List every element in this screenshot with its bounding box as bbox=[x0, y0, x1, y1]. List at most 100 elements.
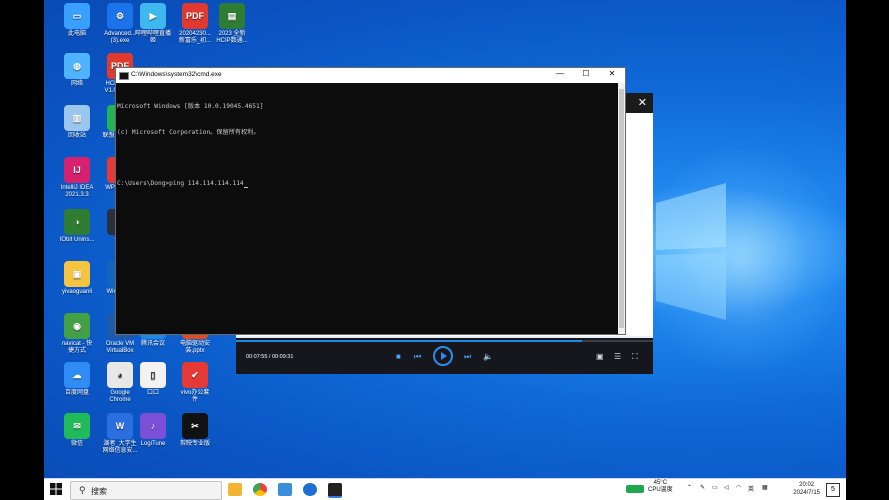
console-command: C:\Users\Dong>ping 114.114.114.114 bbox=[117, 179, 244, 187]
display-icon[interactable]: ▭ bbox=[712, 484, 718, 491]
notification-center-button[interactable]: 5 bbox=[826, 483, 840, 497]
desktop-icon[interactable]: ◑ IObit Unins... bbox=[54, 209, 100, 244]
desktop-icon[interactable]: ◉ navicat - 快 捷方式 bbox=[54, 313, 100, 355]
desktop-icon[interactable]: ✂ 剪映专业版 bbox=[172, 413, 218, 448]
volume-tray-icon[interactable]: ◁ bbox=[724, 484, 729, 491]
desktop-icon-label: yivaoguanli bbox=[61, 289, 93, 295]
console-line: ​ bbox=[117, 154, 624, 163]
desktop-icon-label: 回收站 bbox=[67, 133, 86, 139]
cmd-taskbar-icon[interactable] bbox=[328, 483, 342, 498]
cmd-app-icon bbox=[119, 72, 129, 80]
console-line: (c) Microsoft Corporation。保留所有权利。 bbox=[117, 128, 260, 136]
desktop: ▭ 此电脑 ⚙ Advanced... (3).exe ▶ 哔哩哔哩直播 姬 PDF 2020… bbox=[44, 0, 846, 500]
cpu-temp-value: 45°C bbox=[653, 480, 668, 486]
cmd-title-bar[interactable]: C:\Windows\system32\cmd.exe — ☐ ✕ bbox=[116, 68, 625, 83]
desktop-icon[interactable]: ▥ 回收站 bbox=[54, 105, 100, 140]
desktop-icon-label: 百度网盘 bbox=[64, 390, 89, 396]
desktop-icon-image: ▭ bbox=[64, 3, 90, 29]
desktop-icon-label: 电脑驱动安 装.pptx bbox=[179, 341, 210, 354]
ime-indicator[interactable]: 英 bbox=[748, 484, 754, 493]
start-button[interactable] bbox=[50, 483, 62, 495]
clock-time: 20:02 bbox=[799, 482, 815, 488]
fullscreen-icon[interactable]: ⛶ bbox=[632, 352, 638, 362]
desktop-icon[interactable]: ▤ 2023 全新 HCIP数通... bbox=[209, 3, 255, 45]
desktop-icon[interactable]: ♪ LogiTune bbox=[130, 413, 176, 448]
search-placeholder: 搜索 bbox=[91, 487, 107, 496]
desktop-icon-label: 剪映专业版 bbox=[179, 441, 210, 447]
desktop-icon-image: ◍ bbox=[64, 53, 90, 79]
previous-icon[interactable]: ⏮ bbox=[414, 352, 421, 362]
player-control-bar: 00:07:55 / 00:09:31 ■ ⏮ ⏭ 🔈 ▣ ☰ ⛶ bbox=[236, 338, 653, 374]
screenshot-icon[interactable]: ▣ bbox=[596, 352, 604, 361]
playlist-icon[interactable]: ☰ bbox=[614, 352, 621, 361]
desktop-icon-label: vivo办公套 件 bbox=[180, 390, 210, 403]
network-app-icon[interactable] bbox=[303, 483, 317, 496]
desktop-icon-image: ✉ bbox=[64, 413, 90, 439]
desktop-icon-image: ☁ bbox=[64, 362, 90, 388]
chrome-taskbar-icon[interactable] bbox=[253, 483, 267, 496]
cmd-scrollbar[interactable] bbox=[618, 83, 625, 334]
player-close-button[interactable]: ✕ bbox=[638, 96, 647, 109]
desktop-icon-image: PDF bbox=[182, 3, 208, 29]
desktop-icon[interactable]: ◍ 网络 bbox=[54, 53, 100, 88]
wifi-icon[interactable]: ◠ bbox=[736, 484, 741, 491]
player-progress-bar[interactable] bbox=[236, 340, 653, 342]
next-icon[interactable]: ⏭ bbox=[464, 352, 471, 362]
cpu-temp-label: CPU温度 bbox=[648, 487, 673, 493]
play-button[interactable] bbox=[433, 346, 453, 366]
desktop-icon-image: ◑ bbox=[64, 209, 90, 235]
desktop-icon-image: ▯ bbox=[140, 362, 166, 388]
desktop-icon[interactable]: ▣ yivaoguanli bbox=[54, 261, 100, 296]
desktop-icon-image: ▣ bbox=[64, 261, 90, 287]
desktop-icon[interactable]: ▶ 哔哩哔哩直播 姬 bbox=[130, 3, 176, 45]
taskbar: ⚲ 搜索 45°C CPU温度 ⌃ ✎ ▭ ◁ ◠ 英 ▦ 20:02 2024… bbox=[44, 478, 846, 500]
desktop-icon-image: ✂ bbox=[182, 413, 208, 439]
desktop-icon-label: IObit Unins... bbox=[59, 237, 95, 243]
player-progress-fill bbox=[236, 340, 583, 342]
cmd-console[interactable]: Microsoft Windows [版本 10.0.19045.4651] (… bbox=[116, 83, 625, 208]
wallpaper-windows-logo bbox=[656, 175, 731, 325]
desktop-icon[interactable]: ▭ 此电脑 bbox=[54, 3, 100, 38]
desktop-icon[interactable]: ▯ 口口 bbox=[130, 362, 176, 397]
desktop-icon-image: ▤ bbox=[219, 3, 245, 29]
chevron-up-icon[interactable]: ⌃ bbox=[687, 484, 692, 491]
clock-date: 2024/7/15 bbox=[793, 490, 820, 496]
desktop-icon-image: ▶ bbox=[140, 3, 166, 29]
grid-icon[interactable]: ▦ bbox=[762, 484, 768, 491]
desktop-icon-image: ◉ bbox=[64, 313, 90, 339]
desktop-icon-label: LogiTune bbox=[140, 441, 166, 447]
desktop-icon-label: 口口 bbox=[146, 390, 159, 396]
text-cursor bbox=[243, 187, 248, 188]
stop-icon[interactable]: ■ bbox=[396, 352, 401, 361]
desktop-icon[interactable]: IJ IntelliJ IDEA 2021.3.3 bbox=[54, 157, 100, 199]
desktop-icon-image: IJ bbox=[64, 157, 90, 183]
cpu-temp-widget[interactable]: 45°C CPU温度 bbox=[648, 480, 673, 494]
desktop-icon-label: 哔哩哔哩直播 姬 bbox=[134, 31, 171, 44]
close-button[interactable]: ✕ bbox=[599, 69, 625, 78]
battery-icon[interactable] bbox=[626, 485, 644, 493]
file-explorer-icon[interactable] bbox=[228, 483, 242, 496]
console-prompt-line: C:\Users\Dong>ping 114.114.114.114 bbox=[117, 179, 624, 188]
cmd-title: C:\Windows\system32\cmd.exe bbox=[131, 71, 222, 78]
desktop-icon-image: ▥ bbox=[64, 105, 90, 131]
clock[interactable]: 20:02 2024/7/15 bbox=[793, 481, 820, 497]
desktop-icon[interactable]: ✉ 微信 bbox=[54, 413, 100, 448]
maximize-button[interactable]: ☐ bbox=[573, 69, 599, 78]
desktop-icon[interactable]: ✔ vivo办公套 件 bbox=[172, 362, 218, 404]
minimize-button[interactable]: — bbox=[547, 69, 573, 78]
desktop-icon-label: 此电脑 bbox=[67, 31, 86, 37]
player-time: 00:07:55 / 00:09:31 bbox=[246, 354, 294, 360]
scrollbar-thumb[interactable] bbox=[619, 89, 624, 328]
cmd-window[interactable]: C:\Windows\system32\cmd.exe — ☐ ✕ Micros… bbox=[115, 67, 626, 335]
desktop-icon-label: navicat - 快 捷方式 bbox=[61, 341, 93, 354]
volume-icon[interactable]: 🔈 bbox=[483, 352, 493, 361]
remote-desktop-icon[interactable] bbox=[278, 483, 292, 496]
desktop-icon-label: 2023 全新 HCIP数通... bbox=[216, 31, 248, 44]
console-line: Microsoft Windows [版本 10.0.19045.4651] bbox=[117, 103, 264, 110]
desktop-icon-image: ♪ bbox=[140, 413, 166, 439]
desktop-icon[interactable]: ☁ 百度网盘 bbox=[54, 362, 100, 397]
pen-icon[interactable]: ✎ bbox=[700, 484, 705, 491]
desktop-icon-label: 网络 bbox=[70, 81, 83, 87]
taskbar-search-box[interactable]: ⚲ 搜索 bbox=[70, 481, 222, 500]
desktop-icon-label: 腾讯会议 bbox=[140, 341, 165, 347]
